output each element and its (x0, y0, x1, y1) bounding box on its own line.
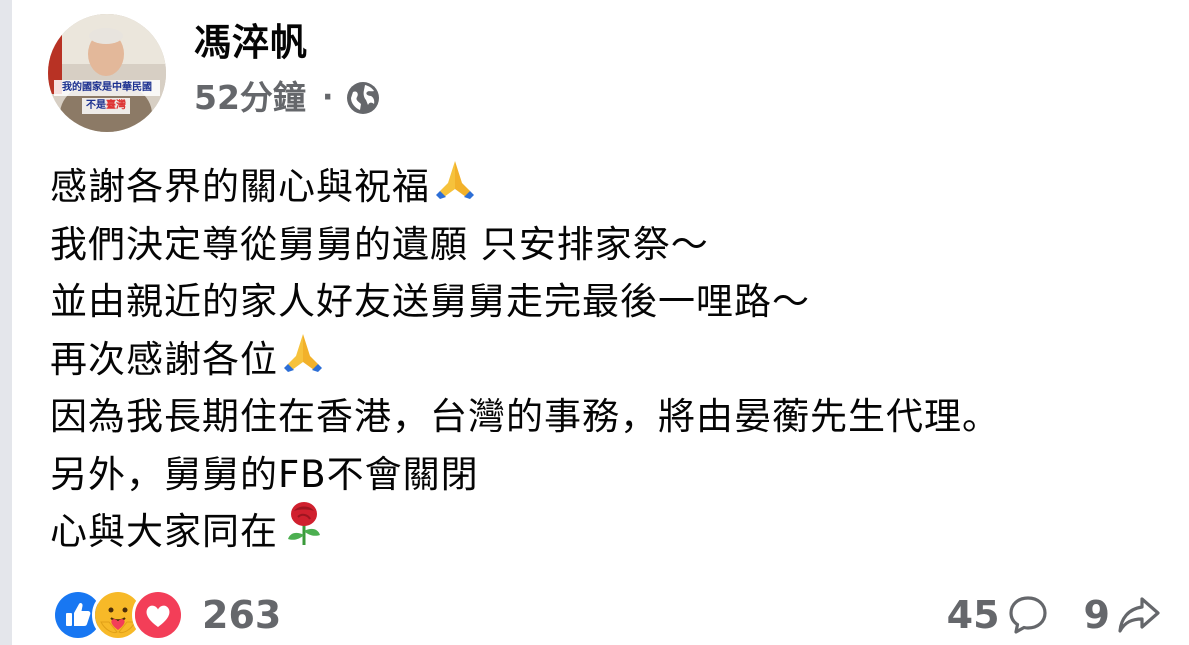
post-line-text: 心與大家同在 (50, 510, 278, 553)
post-meta: 52分鐘 · (194, 78, 381, 118)
engagement-stats: 45 9 (947, 593, 1162, 637)
post-line: 另外，舅舅的FB不會關閉 (50, 446, 1000, 504)
globe-icon[interactable] (345, 80, 381, 116)
avatar-caption-prefix: 不是 (86, 100, 106, 111)
folded-hands-icon (282, 331, 324, 389)
share-stat[interactable]: 9 (1084, 593, 1162, 637)
post-message: 感謝各界的關心與祝福 我們決定尊從舅舅的遺願 只安排家祭～ 並由親近的家人好友送… (50, 158, 1000, 561)
post-line: 再次感謝各位 (50, 331, 1000, 389)
author-name[interactable]: 馮淬帆 (194, 18, 381, 68)
post-time[interactable]: 52分鐘 (194, 78, 306, 118)
comment-icon (1008, 596, 1047, 634)
avatar-caption-highlight: 臺灣 (106, 100, 126, 111)
post-header: 我的國家是中華民國 不是臺灣 馮淬帆 52分鐘 · (48, 14, 381, 134)
post-footer: 263 45 9 (52, 586, 1162, 644)
post-line: 我們決定尊從舅舅的遺願 只安排家祭～ (50, 216, 1000, 274)
comment-count: 45 (946, 593, 1000, 637)
share-count: 9 (1083, 593, 1110, 637)
post-line: 因為我長期住在香港，台灣的事務，將由晏蘅先生代理。 (50, 388, 1000, 446)
post-line-text: 並由親近的家人好友送舅舅走完最後一哩路～ (50, 280, 810, 323)
avatar-caption-bottom: 不是臺灣 (82, 98, 130, 114)
rose-icon (282, 501, 326, 564)
post-line: 並由親近的家人好友送舅舅走完最後一哩路～ (50, 273, 1000, 331)
folded-hands-icon (434, 158, 476, 216)
share-icon (1118, 597, 1160, 633)
meta-separator: · (321, 80, 334, 115)
post-line-text: 因為我長期住在香港，台灣的事務，將由晏蘅先生代理。 (50, 395, 1000, 438)
avatar-photo (48, 14, 166, 132)
post-line-text: 再次感謝各位 (50, 337, 278, 381)
avatar-caption-top: 我的國家是中華民國 (62, 82, 152, 93)
avatar[interactable]: 我的國家是中華民國 不是臺灣 (48, 14, 166, 132)
left-panel-edge (0, 0, 12, 645)
author-block: 馮淬帆 52分鐘 · (194, 18, 381, 118)
post-line-text: 感謝各界的關心與祝福 (50, 165, 430, 208)
reaction-summary[interactable] (52, 589, 184, 641)
post-line: 感謝各界的關心與祝福 (50, 158, 1000, 216)
love-icon (132, 589, 184, 641)
post-line: 心與大家同在 (50, 501, 1000, 564)
post-line-text: 我們決定尊從舅舅的遺願 只安排家祭～ (50, 222, 709, 266)
comment-stat[interactable]: 45 (947, 593, 1050, 637)
reaction-count[interactable]: 263 (202, 593, 281, 637)
post-line-text: 另外，舅舅的FB不會關閉 (50, 452, 479, 496)
